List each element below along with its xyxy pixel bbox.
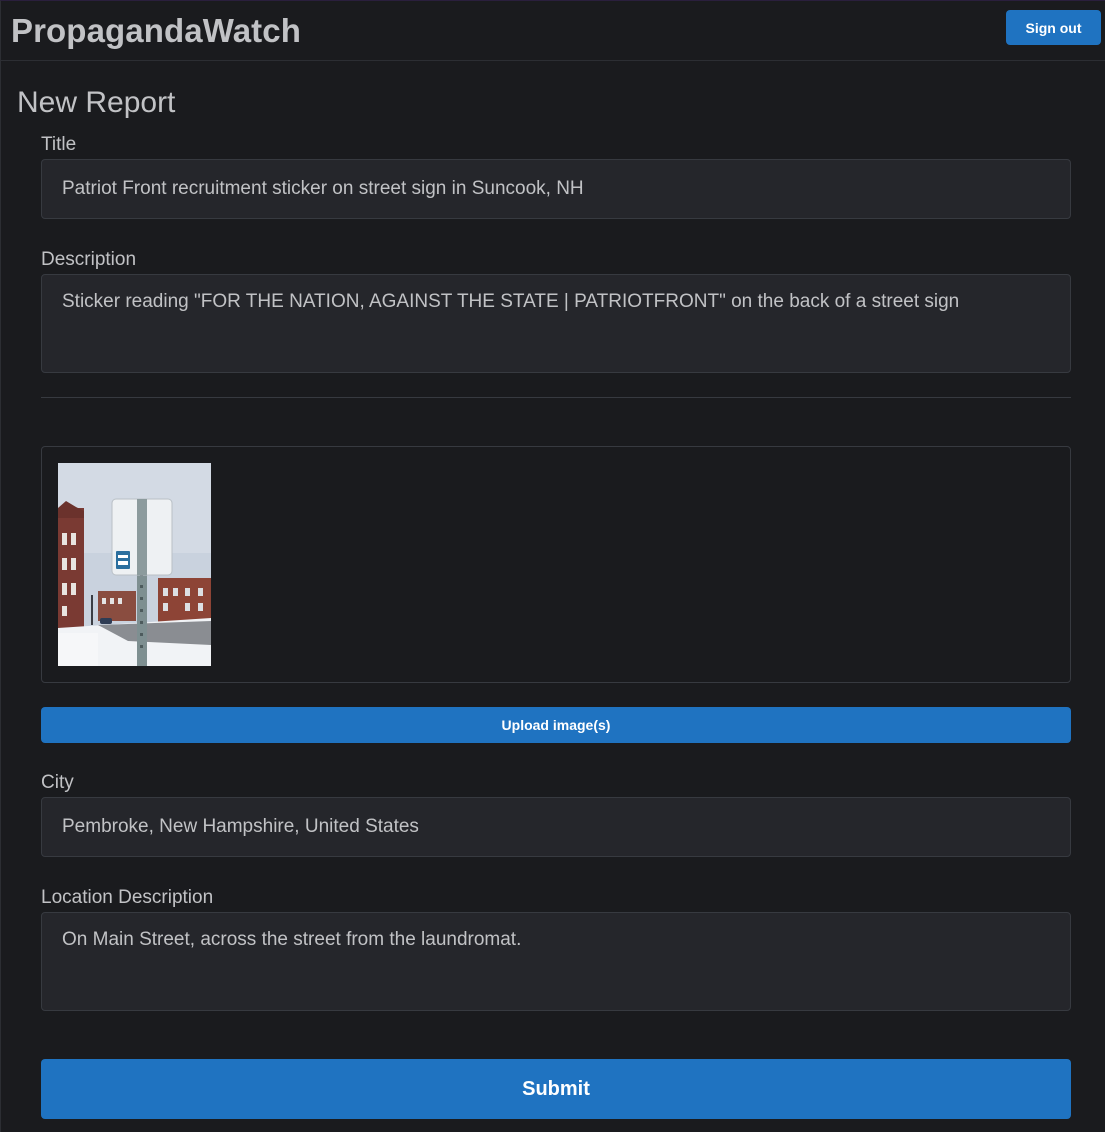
uploaded-image-thumbnail[interactable] (58, 463, 211, 666)
sign-out-button[interactable]: Sign out (1006, 10, 1101, 45)
section-divider (41, 397, 1071, 398)
brand-title: PropagandaWatch (11, 11, 301, 49)
title-label: Title (41, 134, 77, 155)
city-input[interactable] (41, 797, 1071, 857)
app-frame: PropagandaWatch Sign out New Report Titl… (0, 0, 1105, 1132)
report-form: Title Description Sticker reading "FOR T… (41, 131, 1071, 1119)
description-label: Description (41, 249, 137, 270)
image-preview-panel (41, 446, 1071, 683)
top-header: PropagandaWatch Sign out (1, 1, 1105, 61)
upload-images-button[interactable]: Upload image(s) (41, 707, 1071, 743)
description-textarea[interactable]: Sticker reading "FOR THE NATION, AGAINST… (41, 274, 1071, 373)
location-description-textarea[interactable]: On Main Street, across the street from t… (41, 912, 1071, 1011)
location-description-label: Location Description (41, 887, 214, 908)
city-label: City (41, 772, 74, 793)
street-sign-photo (58, 463, 211, 666)
submit-button[interactable]: Submit (41, 1059, 1071, 1119)
title-input[interactable] (41, 159, 1071, 219)
page-title: New Report (17, 86, 176, 119)
